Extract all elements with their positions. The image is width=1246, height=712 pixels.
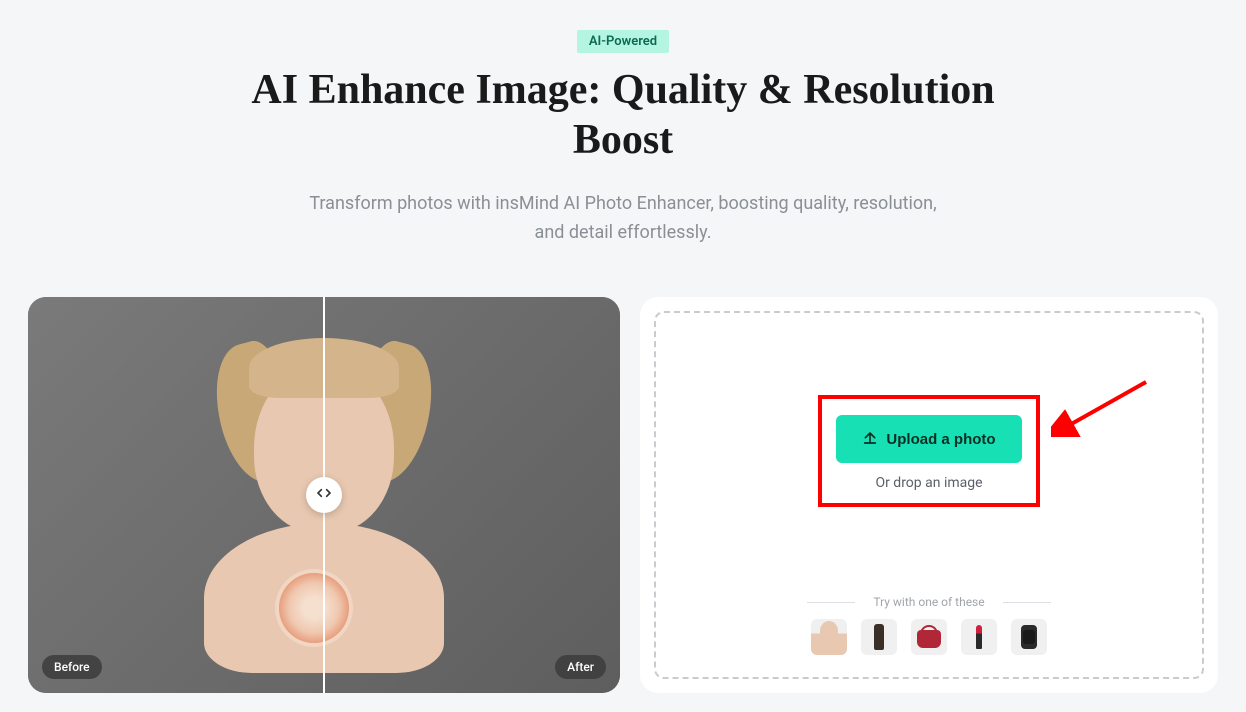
drag-horizontal-icon xyxy=(316,485,332,505)
sample-thumb-watch[interactable] xyxy=(1011,619,1047,655)
before-label: Before xyxy=(42,655,102,679)
comparison-slider-handle[interactable] xyxy=(306,477,342,513)
page-title: AI Enhance Image: Quality & Resolution B… xyxy=(223,65,1023,166)
ai-powered-badge: AI-Powered xyxy=(577,30,669,53)
content-row: Before After xyxy=(0,297,1246,693)
upload-panel: Upload a photo Or drop an image Try with… xyxy=(640,297,1218,693)
samples-section: Try with one of these xyxy=(656,595,1202,677)
before-after-preview: Before After xyxy=(28,297,620,693)
page-container: AI-Powered AI Enhance Image: Quality & R… xyxy=(0,0,1246,712)
sample-thumb-lipstick[interactable] xyxy=(961,619,997,655)
upload-button-label: Upload a photo xyxy=(886,431,995,448)
upload-highlight-annotation: Upload a photo Or drop an image xyxy=(818,395,1039,507)
upload-dropzone[interactable]: Upload a photo Or drop an image Try with… xyxy=(654,311,1204,679)
arrow-annotation-icon xyxy=(1051,377,1151,437)
upload-photo-button[interactable]: Upload a photo xyxy=(836,415,1021,463)
upload-icon xyxy=(862,429,878,449)
after-label: After xyxy=(555,655,606,679)
page-subtitle: Transform photos with insMind AI Photo E… xyxy=(303,190,943,248)
sample-thumb-bottle[interactable] xyxy=(861,619,897,655)
sample-thumbs xyxy=(811,619,1047,655)
samples-label: Try with one of these xyxy=(807,595,1050,609)
drop-hint-text: Or drop an image xyxy=(875,475,982,491)
sample-thumb-handbag[interactable] xyxy=(911,619,947,655)
sample-thumb-portrait[interactable] xyxy=(811,619,847,655)
